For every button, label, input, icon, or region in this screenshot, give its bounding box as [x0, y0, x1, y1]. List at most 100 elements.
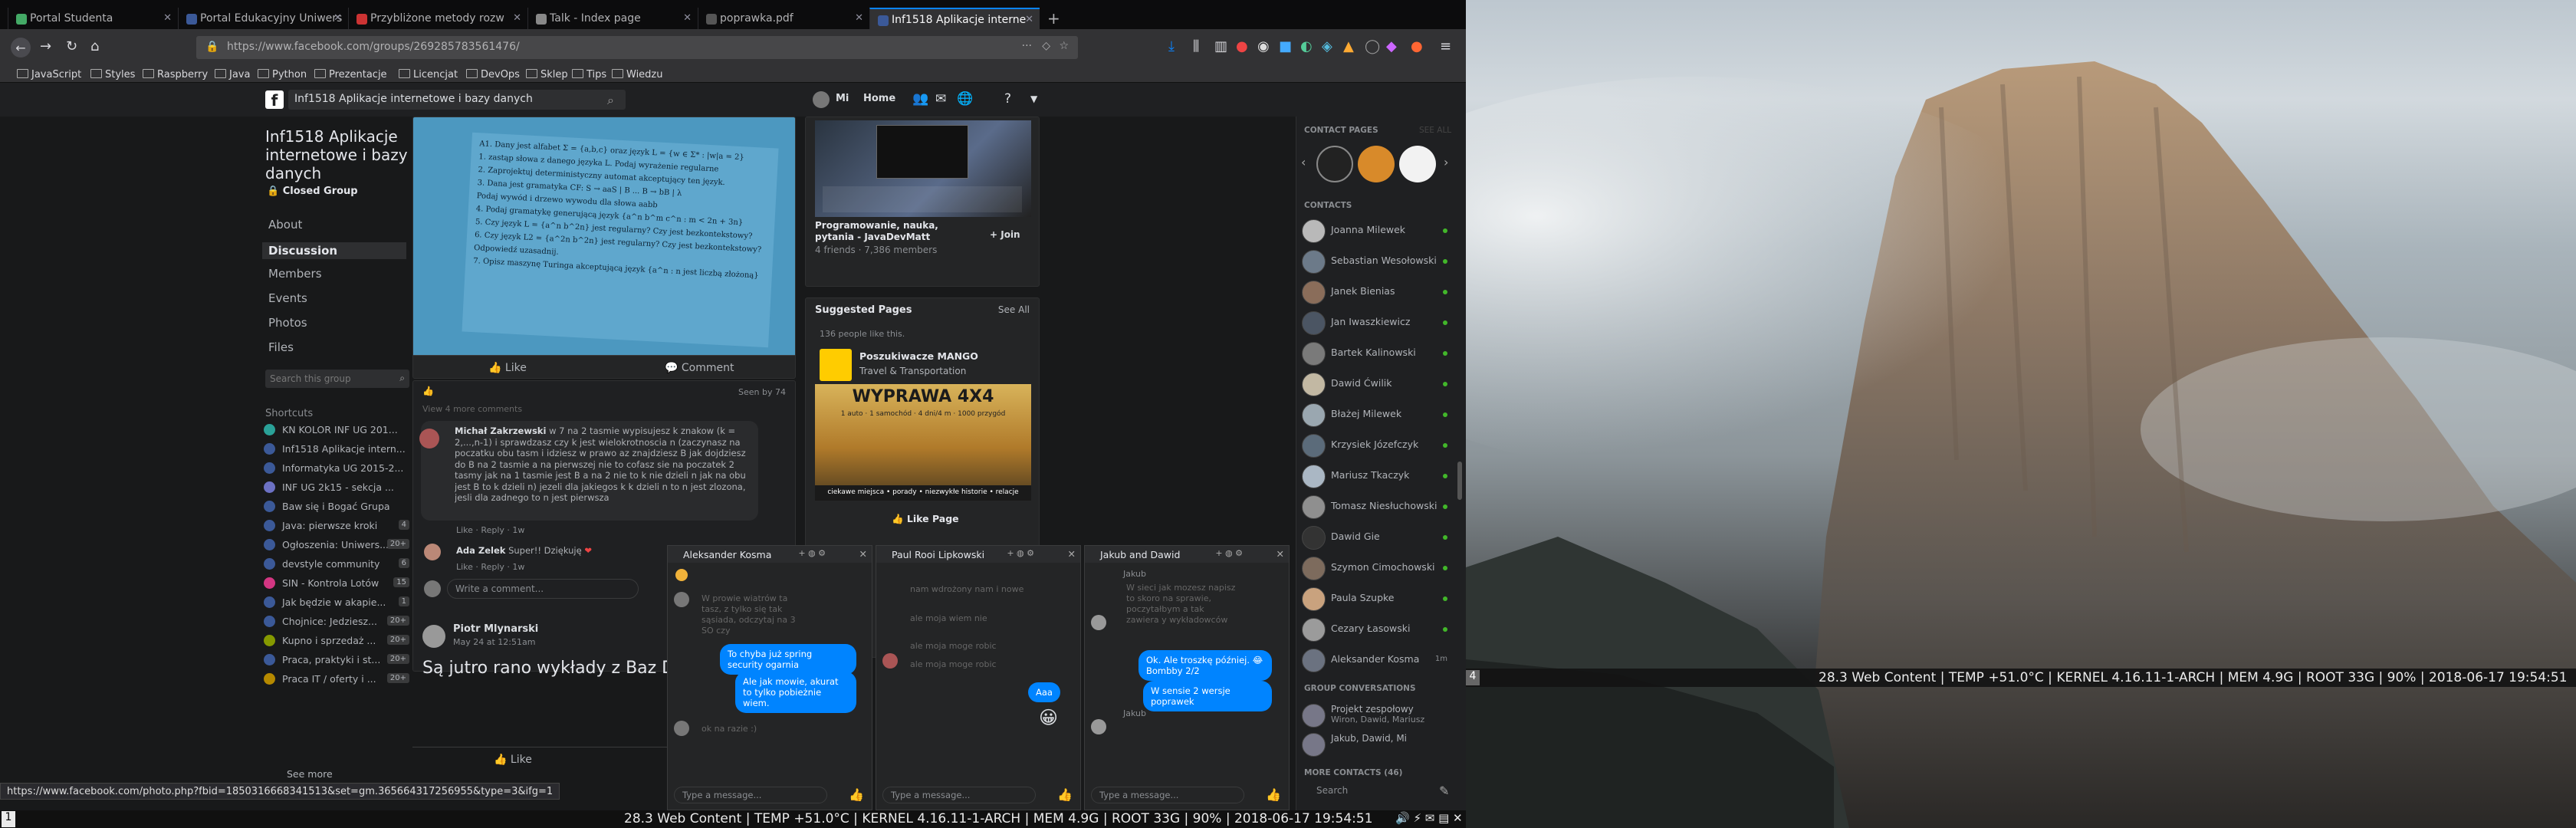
scrollbar[interactable]	[1457, 462, 1462, 500]
extension-icon[interactable]: ◉	[1257, 38, 1270, 54]
contact-item[interactable]: Tomasz Niesłuchowski	[1300, 492, 1451, 521]
chevron-right-icon[interactable]: ›	[1444, 155, 1448, 169]
group-cover-image[interactable]	[815, 120, 1031, 217]
bookmark-folder[interactable]: JavaScript	[17, 69, 81, 80]
like-button[interactable]: 👍 Like	[488, 362, 527, 374]
view-more-comments[interactable]: View 4 more comments	[422, 404, 522, 414]
bookmark-folder[interactable]: Sklep	[526, 69, 568, 80]
extension-icon[interactable]: ▲	[1343, 38, 1354, 54]
ad-image[interactable]: WYPRAWA 4X4 1 auto · 1 samochód · 4 dni/…	[815, 384, 1031, 501]
more-contacts[interactable]: MORE CONTACTS (46)	[1304, 768, 1402, 777]
tab-przyblizone-metody[interactable]: Przybliżone metody rozw ✕	[348, 8, 527, 29]
contact-item[interactable]: Dawid Ćwilik	[1300, 370, 1451, 399]
group-conversation-item[interactable]: Jakub, Dawid, Mi	[1300, 730, 1451, 759]
extension-icon[interactable]: ◐	[1300, 38, 1313, 54]
chat-message-input[interactable]: Type a message...	[1091, 787, 1244, 803]
contact-item[interactable]: Cezary Łasowski	[1300, 615, 1451, 644]
contact-item[interactable]: Krzysiek Józefczyk	[1300, 431, 1451, 460]
like-page-button[interactable]: 👍 Like Page	[892, 513, 959, 525]
contact-item[interactable]: Dawid Gie	[1300, 523, 1451, 552]
bookmark-folder[interactable]: Raspberry	[143, 69, 208, 80]
group-nav-files[interactable]: Files	[268, 340, 294, 354]
like-icon[interactable]: 👍	[1266, 787, 1281, 802]
chat-header[interactable]: Paul Rooi Lipkowski + ◍ ⚙ ✕	[876, 546, 1080, 563]
like-button[interactable]: 👍 Like	[494, 754, 532, 766]
contact-page-avatar[interactable]	[1316, 146, 1353, 182]
shortcut-item[interactable]: INF UG 2k15 - sekcja ...	[261, 479, 412, 498]
contact-item[interactable]: Aleksander Kosma 1m	[1300, 646, 1451, 675]
search-icon[interactable]: ⌕	[607, 93, 614, 108]
shortcut-item[interactable]: Baw się i Bogać Grupa	[261, 498, 412, 517]
shortcut-item[interactable]: KN KOLOR INF UG 201...	[261, 422, 412, 440]
bookmark-folder[interactable]: Java	[215, 69, 250, 80]
comment-actions[interactable]: Like · Reply · 1w	[456, 525, 524, 535]
url-bar[interactable]: 🔒 https://www.facebook.com/groups/269285…	[196, 36, 1078, 59]
extension-icon[interactable]: ●	[1236, 38, 1248, 54]
post-author[interactable]: Piotr Mlynarski	[453, 623, 538, 635]
chevron-down-icon[interactable]: ▼	[1030, 94, 1037, 104]
avatar[interactable]	[424, 544, 441, 560]
tab-inf1518[interactable]: Inf1518 Aplikacje interne ✕	[869, 8, 1040, 29]
new-tab-button[interactable]: +	[1047, 9, 1060, 28]
shortcut-item[interactable]: Java: pierwsze kroki 4	[261, 518, 412, 536]
tab-portal-studenta[interactable]: Portal Studenta ✕	[8, 8, 178, 29]
extension-icon[interactable]: ◆	[1386, 38, 1397, 54]
shortcut-item[interactable]: Informatyka UG 2015-2...	[261, 460, 412, 478]
extension-icon[interactable]: ◈	[1322, 38, 1332, 54]
comment-button[interactable]: 💬 Comment	[665, 362, 734, 374]
contact-item[interactable]: Błażej Milewek	[1300, 400, 1451, 429]
seen-by[interactable]: Seen by 74	[738, 387, 786, 397]
contact-item[interactable]: Mariusz Tkaczyk	[1300, 462, 1451, 491]
extension-icon[interactable]: ■	[1279, 38, 1292, 54]
page-logo[interactable]	[820, 349, 852, 381]
see-all-link[interactable]: SEE ALL	[1419, 126, 1451, 135]
avatar[interactable]	[419, 429, 439, 449]
bookmark-folder[interactable]: DevOps	[466, 69, 520, 80]
chevron-left-icon[interactable]: ‹	[1301, 155, 1306, 169]
join-button[interactable]: + Join	[990, 229, 1020, 240]
workspace-indicator[interactable]: 1	[2, 811, 15, 827]
workspace-indicator[interactable]: 4	[1466, 670, 1480, 685]
tab-portal-edukacyjny[interactable]: Portal Edukacyjny Uniwers ✕	[178, 8, 348, 29]
avatar[interactable]	[813, 91, 830, 108]
contact-item[interactable]: Janek Bienias	[1300, 278, 1451, 307]
globe-icon[interactable]: 🌐	[957, 91, 973, 107]
pocket-icon[interactable]: ◇	[1042, 40, 1050, 52]
suggested-group-name[interactable]: Programowanie, nauka, pytania - JavaDevM…	[815, 220, 976, 243]
like-icon[interactable]: 👍	[849, 787, 864, 802]
shortcut-item[interactable]: Chojnice: Jedziesz... 20+	[261, 613, 412, 632]
chat-message-input[interactable]: Type a message...	[882, 787, 1036, 803]
extension-icon[interactable]: ◯	[1365, 38, 1380, 54]
fb-search-input[interactable]: Inf1518 Aplikacje internetowe i bazy dan…	[288, 90, 626, 110]
home-icon[interactable]: ⌂	[90, 38, 99, 54]
contact-item[interactable]: Jan Iwaszkiewicz	[1300, 308, 1451, 337]
reload-icon[interactable]: ↻	[66, 38, 77, 54]
contact-page-avatar[interactable]	[1399, 146, 1436, 182]
contact-page-avatar[interactable]	[1358, 146, 1395, 182]
sidebar-icon[interactable]: ▥	[1214, 38, 1227, 54]
messenger-icon[interactable]: ✉	[935, 91, 946, 107]
tray-icons[interactable]: 🔊 ⚡ ✉ ▤ ✕	[1395, 811, 1463, 825]
contact-item[interactable]: Paula Szupke	[1300, 584, 1451, 613]
like-icon[interactable]: 👍	[1057, 787, 1073, 802]
group-conversation-item[interactable]: Projekt zespołowy Wiron, Dawid, Mariusz	[1300, 701, 1451, 730]
friends-icon[interactable]: 👥	[912, 91, 928, 107]
contacts-search-input[interactable]: Search	[1301, 780, 1444, 800]
downloads-icon[interactable]: ⤓	[1168, 38, 1175, 54]
contact-item[interactable]: Sebastian Wesołowski	[1300, 247, 1451, 276]
facebook-logo-icon[interactable]: f	[265, 90, 284, 110]
contact-item[interactable]: Bartek Kalinowski	[1300, 339, 1451, 368]
chat-header[interactable]: Aleksander Kosma + ◍ ⚙ ✕	[668, 546, 872, 563]
shortcut-item[interactable]: Jak będzie w akapie... 1	[261, 594, 412, 613]
see-more-link[interactable]: See more	[287, 768, 333, 780]
library-icon[interactable]: ⫼	[1193, 38, 1199, 54]
page-actions-icon[interactable]: ···	[1022, 40, 1032, 52]
suggested-page-name[interactable]: Poszukiwacze MANGO	[859, 350, 978, 362]
menu-icon[interactable]: ≡	[1440, 38, 1451, 54]
forward-icon[interactable]: →	[40, 38, 51, 54]
group-search-input[interactable]: Search this group ⌕	[265, 370, 409, 388]
post-photo[interactable]: A1. Dany jest alfabet Σ = {a,b,c} oraz j…	[413, 117, 795, 355]
shortcut-item[interactable]: Praca, praktyki i st... 20+	[261, 652, 412, 670]
new-message-icon[interactable]: ✎	[1439, 784, 1449, 798]
bookmark-folder[interactable]: Python	[258, 69, 307, 80]
